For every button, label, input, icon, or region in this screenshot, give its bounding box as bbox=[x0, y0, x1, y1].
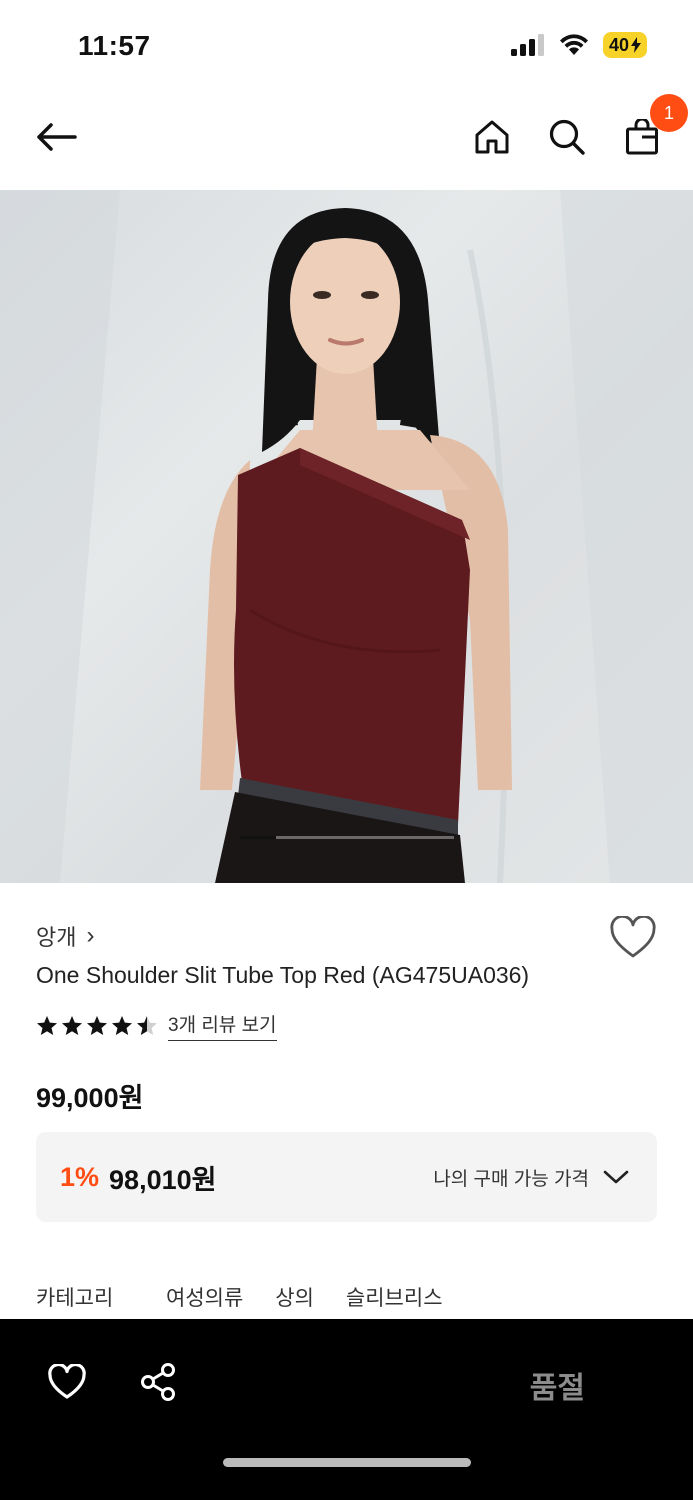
rating-row: 3개 리뷰 보기 bbox=[36, 1010, 277, 1041]
brand-link[interactable]: 앙개 › bbox=[36, 920, 94, 952]
charging-bolt-icon bbox=[631, 37, 641, 53]
category-item[interactable]: 여성의류 bbox=[166, 1282, 243, 1312]
chevron-down-icon bbox=[603, 1170, 629, 1184]
my-price-toggle[interactable]: 나의 구매 가능 가격 bbox=[433, 1164, 629, 1191]
category-item[interactable]: 상의 bbox=[275, 1282, 314, 1312]
carousel-progress-track bbox=[240, 836, 454, 839]
heart-icon bbox=[48, 1364, 86, 1399]
back-button[interactable] bbox=[26, 92, 86, 182]
carousel-progress-fill bbox=[240, 836, 277, 839]
share-button[interactable] bbox=[133, 1357, 183, 1407]
battery-level: 40 bbox=[608, 35, 629, 55]
star-rating bbox=[36, 1015, 158, 1037]
search-button[interactable] bbox=[537, 92, 597, 182]
share-icon bbox=[141, 1363, 175, 1401]
review-link[interactable]: 3개 리뷰 보기 bbox=[168, 1010, 277, 1041]
product-title: One Shoulder Slit Tube Top Red (AG475UA0… bbox=[36, 962, 530, 988]
bottom-wishlist-button[interactable] bbox=[42, 1357, 92, 1407]
member-price: 98,010원 bbox=[109, 1164, 217, 1195]
star-icon bbox=[87, 1015, 107, 1035]
wishlist-button[interactable] bbox=[609, 914, 657, 964]
status-bar: 11:57 40 bbox=[0, 0, 693, 92]
search-icon bbox=[549, 119, 585, 155]
back-arrow-icon bbox=[37, 123, 77, 151]
status-time: 11:57 bbox=[78, 30, 151, 61]
chevron-right-icon: › bbox=[86, 922, 95, 949]
bottom-action-bar: 품절 bbox=[0, 1319, 693, 1500]
heart-icon bbox=[610, 914, 656, 958]
top-nav: 1 bbox=[0, 92, 693, 190]
category-label: 카테고리 bbox=[36, 1287, 114, 1310]
cart-count-badge: 1 bbox=[650, 94, 688, 132]
member-price-box[interactable]: 1% 98,010원 나의 구매 가능 가격 bbox=[36, 1132, 657, 1222]
cart-button[interactable]: 1 bbox=[612, 92, 688, 182]
star-icon bbox=[62, 1015, 82, 1035]
my-price-label: 나의 구매 가능 가격 bbox=[433, 1168, 589, 1190]
product-price: 99,000원 bbox=[36, 1083, 144, 1113]
product-image-carousel[interactable] bbox=[0, 190, 693, 883]
soldout-button[interactable]: 품절 bbox=[530, 1363, 585, 1407]
battery-indicator: 40 bbox=[602, 32, 647, 58]
status-icons: 40 bbox=[510, 32, 647, 58]
home-indicator bbox=[223, 1458, 471, 1467]
star-icon bbox=[37, 1015, 57, 1035]
home-button[interactable] bbox=[462, 92, 522, 182]
home-icon bbox=[475, 120, 509, 154]
star-icon bbox=[112, 1015, 132, 1035]
star-icon bbox=[137, 1015, 157, 1035]
category-row: 카테고리 여성의류 상의 슬리브리스 bbox=[36, 1282, 475, 1312]
product-photo bbox=[0, 190, 693, 883]
wifi-icon bbox=[559, 34, 588, 55]
brand-name: 앙개 bbox=[36, 925, 77, 950]
discount-rate: 1% bbox=[60, 1161, 100, 1192]
signal-icon bbox=[510, 34, 544, 56]
category-item[interactable]: 슬리브리스 bbox=[346, 1282, 443, 1312]
